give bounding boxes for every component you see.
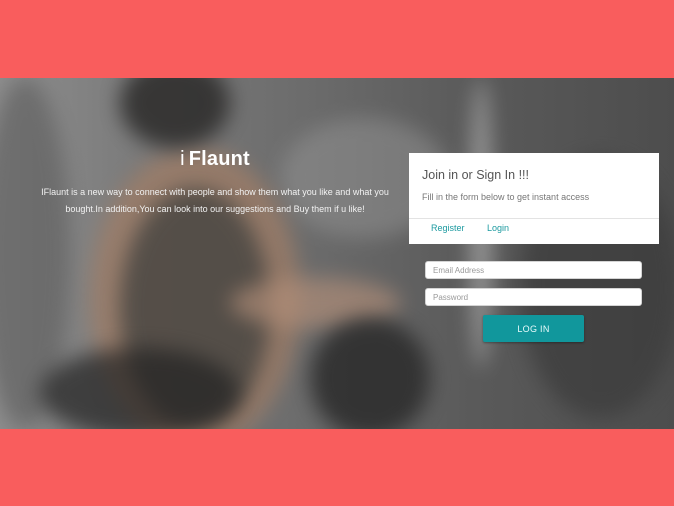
password-field[interactable] bbox=[425, 288, 642, 306]
tab-login[interactable]: Login bbox=[487, 223, 509, 233]
auth-panel-title: Join in or Sign In !!! bbox=[422, 168, 530, 182]
top-color-band bbox=[0, 0, 674, 78]
photo-blur-shape bbox=[120, 78, 230, 148]
email-field[interactable] bbox=[425, 261, 642, 279]
tab-register[interactable]: Register bbox=[431, 223, 465, 233]
photo-blur-shape bbox=[40, 348, 240, 429]
brand-name: Flaunt bbox=[188, 148, 250, 170]
auth-panel: Join in or Sign In !!! Fill in the form … bbox=[409, 153, 659, 244]
auth-panel-subtitle: Fill in the form below to get instant ac… bbox=[422, 192, 590, 202]
photo-blur-shape bbox=[310, 318, 430, 429]
brand-prefix: i bbox=[180, 148, 185, 170]
brand-title: i Flaunt bbox=[150, 148, 280, 171]
bottom-color-band bbox=[0, 429, 674, 506]
panel-divider bbox=[409, 218, 659, 219]
login-button[interactable]: LOG IN bbox=[483, 315, 584, 342]
brand-tagline: IFlaunt is a new way to connect with peo… bbox=[41, 187, 389, 214]
hero-background-photo bbox=[0, 78, 674, 429]
